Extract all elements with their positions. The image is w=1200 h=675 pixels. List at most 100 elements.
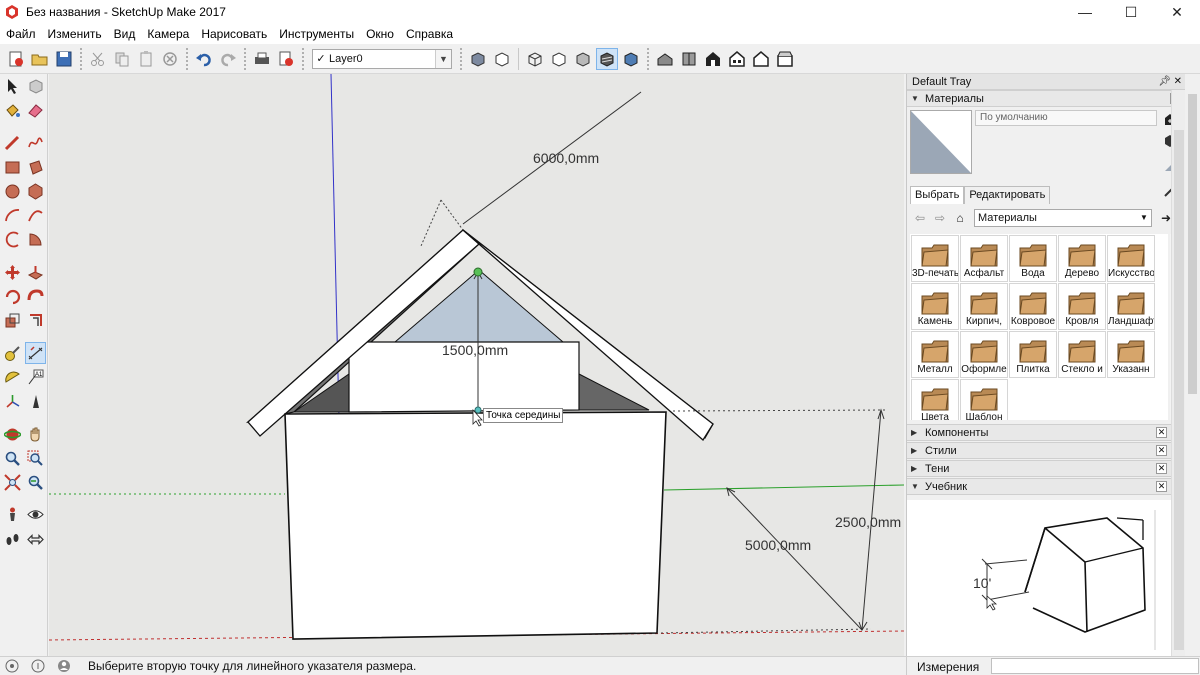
shaded-textures-button[interactable] [596, 47, 618, 70]
previous-view-button[interactable] [25, 472, 46, 494]
redo-button[interactable] [217, 48, 239, 70]
zoom-extents-button[interactable] [2, 472, 23, 494]
polygon-button[interactable] [25, 180, 46, 202]
material-folder-item[interactable]: Ландшафт [1107, 283, 1155, 330]
menu-camera[interactable]: Камера [141, 24, 195, 44]
two-point-arc-button[interactable] [25, 205, 46, 227]
pie-button[interactable] [25, 229, 46, 251]
panel-close-icon[interactable]: ✕ [1156, 427, 1167, 438]
maximize-button[interactable]: ☐ [1108, 0, 1154, 24]
undo-button[interactable] [193, 48, 215, 70]
tab-edit[interactable]: Редактировать [964, 186, 1051, 204]
minimize-button[interactable]: — [1062, 0, 1108, 24]
home-icon[interactable]: ⌂ [950, 209, 970, 227]
dimension-5000[interactable]: 5000,0mm [745, 537, 811, 553]
user-icon[interactable] [56, 658, 72, 674]
dimension-6000[interactable]: 6000,0mm [533, 150, 599, 166]
menu-draw[interactable]: Нарисовать [195, 24, 273, 44]
material-name-field[interactable]: По умолчанию [975, 110, 1157, 126]
iso-view-button[interactable] [654, 48, 676, 70]
position-camera-button[interactable] [2, 504, 23, 526]
menu-view[interactable]: Вид [108, 24, 142, 44]
material-folder-item[interactable]: Дерево [1058, 235, 1106, 282]
erase-button[interactable] [159, 48, 181, 70]
offset-button[interactable] [25, 310, 46, 332]
material-folder-item[interactable]: Искусство [1107, 235, 1155, 282]
new-file-button[interactable] [5, 48, 27, 70]
front-view-button[interactable] [702, 48, 724, 70]
styles-panel-header[interactable]: ▶ Стили ✕ [907, 442, 1171, 459]
menu-edit[interactable]: Изменить [42, 24, 108, 44]
panel-close-icon[interactable]: ✕ [1156, 481, 1167, 492]
close-button[interactable]: ✕ [1154, 0, 1200, 24]
dimension-2500[interactable]: 2500,0mm [835, 514, 901, 530]
material-folder-item[interactable]: Асфальт [960, 235, 1008, 282]
material-folder-item[interactable]: Шаблон [960, 379, 1008, 420]
tray-scrollbar[interactable] [1171, 90, 1185, 656]
rotated-rectangle-button[interactable] [25, 156, 46, 178]
dimension-1500[interactable]: 1500,0mm [442, 342, 508, 358]
right-view-button[interactable] [726, 48, 748, 70]
pin-icon[interactable]: 📌︎ [1158, 74, 1171, 90]
copy-button[interactable] [111, 48, 133, 70]
material-folder-item[interactable]: Оформле [960, 331, 1008, 378]
left-view-button[interactable] [774, 48, 796, 70]
back-arrow-icon[interactable]: ⇦ [910, 209, 930, 227]
wireframe-button[interactable] [524, 48, 546, 70]
menu-tools[interactable]: Инструменты [273, 24, 360, 44]
top-view-button[interactable] [678, 48, 700, 70]
material-folder-item[interactable]: 3D-печать [911, 235, 959, 282]
credits-icon[interactable] [30, 658, 46, 674]
axes-button[interactable] [2, 391, 23, 413]
menu-help[interactable]: Справка [400, 24, 459, 44]
eraser-button[interactable] [25, 99, 46, 121]
material-folder-item[interactable]: Стекло и [1058, 331, 1106, 378]
protractor-button[interactable] [2, 366, 23, 388]
pan-button[interactable] [25, 423, 46, 445]
circle-button[interactable] [2, 180, 23, 202]
panel-close-icon[interactable]: ✕ [1156, 463, 1167, 474]
shaded-button[interactable] [572, 48, 594, 70]
tutorial-panel-header[interactable]: ▼ Учебник ✕ [907, 478, 1171, 495]
save-button[interactable] [53, 48, 75, 70]
drawing-viewport[interactable]: 6000,0mm 1500,0mm 2500,0mm 5000,0mm Точк… [49, 74, 904, 656]
tape-measure-button[interactable] [2, 342, 23, 364]
orbit-button[interactable] [2, 423, 23, 445]
material-folder-item[interactable]: Кровля [1058, 283, 1106, 330]
rectangle-button[interactable] [2, 156, 23, 178]
components-panel-header[interactable]: ▶ Компоненты ✕ [907, 424, 1171, 441]
material-folder-item[interactable]: Цвета [911, 379, 959, 420]
text-tool-button[interactable]: A1 [25, 366, 46, 388]
measurements-input[interactable] [991, 658, 1199, 674]
make-component-button[interactable] [25, 75, 46, 97]
material-folder-item[interactable]: Указанн [1107, 331, 1155, 378]
menu-file[interactable]: Файл [0, 24, 42, 44]
tray-close-icon[interactable]: ✕ [1174, 74, 1182, 90]
material-folder-item[interactable]: Металл [911, 331, 959, 378]
scale-button[interactable] [2, 310, 23, 332]
material-folder-item[interactable]: Камень [911, 283, 959, 330]
dimension-tool-button[interactable] [24, 342, 46, 365]
layer-dropdown[interactable]: ✓ Layer0 ▼ [312, 48, 452, 69]
material-folder-item[interactable]: Ковровое [1009, 283, 1057, 330]
paint-bucket-button[interactable] [2, 99, 23, 121]
material-folder-item[interactable]: Кирпич, [960, 283, 1008, 330]
back-view-button[interactable] [750, 48, 772, 70]
forward-arrow-icon[interactable]: ⇨ [930, 209, 950, 227]
material-folder-item[interactable]: Плитка [1009, 331, 1057, 378]
push-pull-button[interactable] [25, 261, 46, 283]
back-edges-button[interactable] [491, 48, 513, 70]
geo-location-icon[interactable] [4, 658, 20, 674]
move-button[interactable] [2, 261, 23, 283]
material-collection-dropdown[interactable]: Материалы ▼ [974, 209, 1152, 227]
menu-window[interactable]: Окно [360, 24, 400, 44]
follow-me-button[interactable] [25, 286, 46, 308]
look-around-button[interactable] [25, 504, 46, 526]
shadows-panel-header[interactable]: ▶ Тени ✕ [907, 460, 1171, 477]
print-button[interactable] [251, 48, 273, 70]
panel-close-icon[interactable]: ✕ [1156, 445, 1167, 456]
open-file-button[interactable] [29, 48, 51, 70]
cut-button[interactable] [87, 48, 109, 70]
rotate-button[interactable] [2, 286, 23, 308]
monochrome-button[interactable] [620, 48, 642, 70]
